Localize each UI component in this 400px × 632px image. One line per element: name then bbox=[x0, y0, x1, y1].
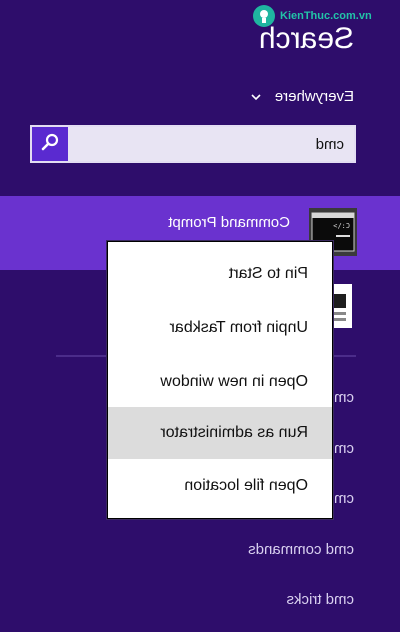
watermark-text: KienThuc.com.vn bbox=[280, 10, 372, 22]
menu-item-run-as-administrator[interactable]: Run as administrator bbox=[108, 407, 332, 459]
mirrored-content: Search Everywhere cmd C:\> Command Promp… bbox=[0, 0, 400, 632]
suggestion-item[interactable]: cmd commands bbox=[248, 541, 354, 558]
menu-item-open-in-new-window[interactable]: Open in new window bbox=[108, 356, 332, 408]
watermark: KienThuc.com.vn bbox=[252, 4, 372, 28]
watermark-logo-icon bbox=[253, 5, 275, 27]
chevron-down-icon bbox=[251, 92, 261, 102]
menu-item-pin-to-start[interactable]: Pin to Start bbox=[108, 248, 332, 300]
result-label: Command Prompt bbox=[168, 214, 290, 231]
search-charm-screen: Search Everywhere cmd C:\> Command Promp… bbox=[0, 0, 400, 632]
search-box bbox=[30, 125, 356, 163]
search-scope-label: Everywhere bbox=[274, 88, 354, 105]
suggestion-item[interactable]: cmd tricks bbox=[287, 591, 355, 608]
search-icon bbox=[41, 133, 59, 156]
search-input[interactable] bbox=[68, 127, 354, 161]
search-scope-dropdown[interactable]: Everywhere bbox=[251, 88, 354, 105]
menu-item-unpin-from-taskbar[interactable]: Unpin from Taskbar bbox=[108, 302, 332, 354]
context-menu: Pin to Start Unpin from Taskbar Open in … bbox=[106, 240, 334, 520]
menu-item-open-file-location[interactable]: Open file location bbox=[108, 460, 332, 512]
svg-text:C:\>: C:\> bbox=[333, 222, 350, 230]
search-button[interactable] bbox=[32, 127, 68, 161]
